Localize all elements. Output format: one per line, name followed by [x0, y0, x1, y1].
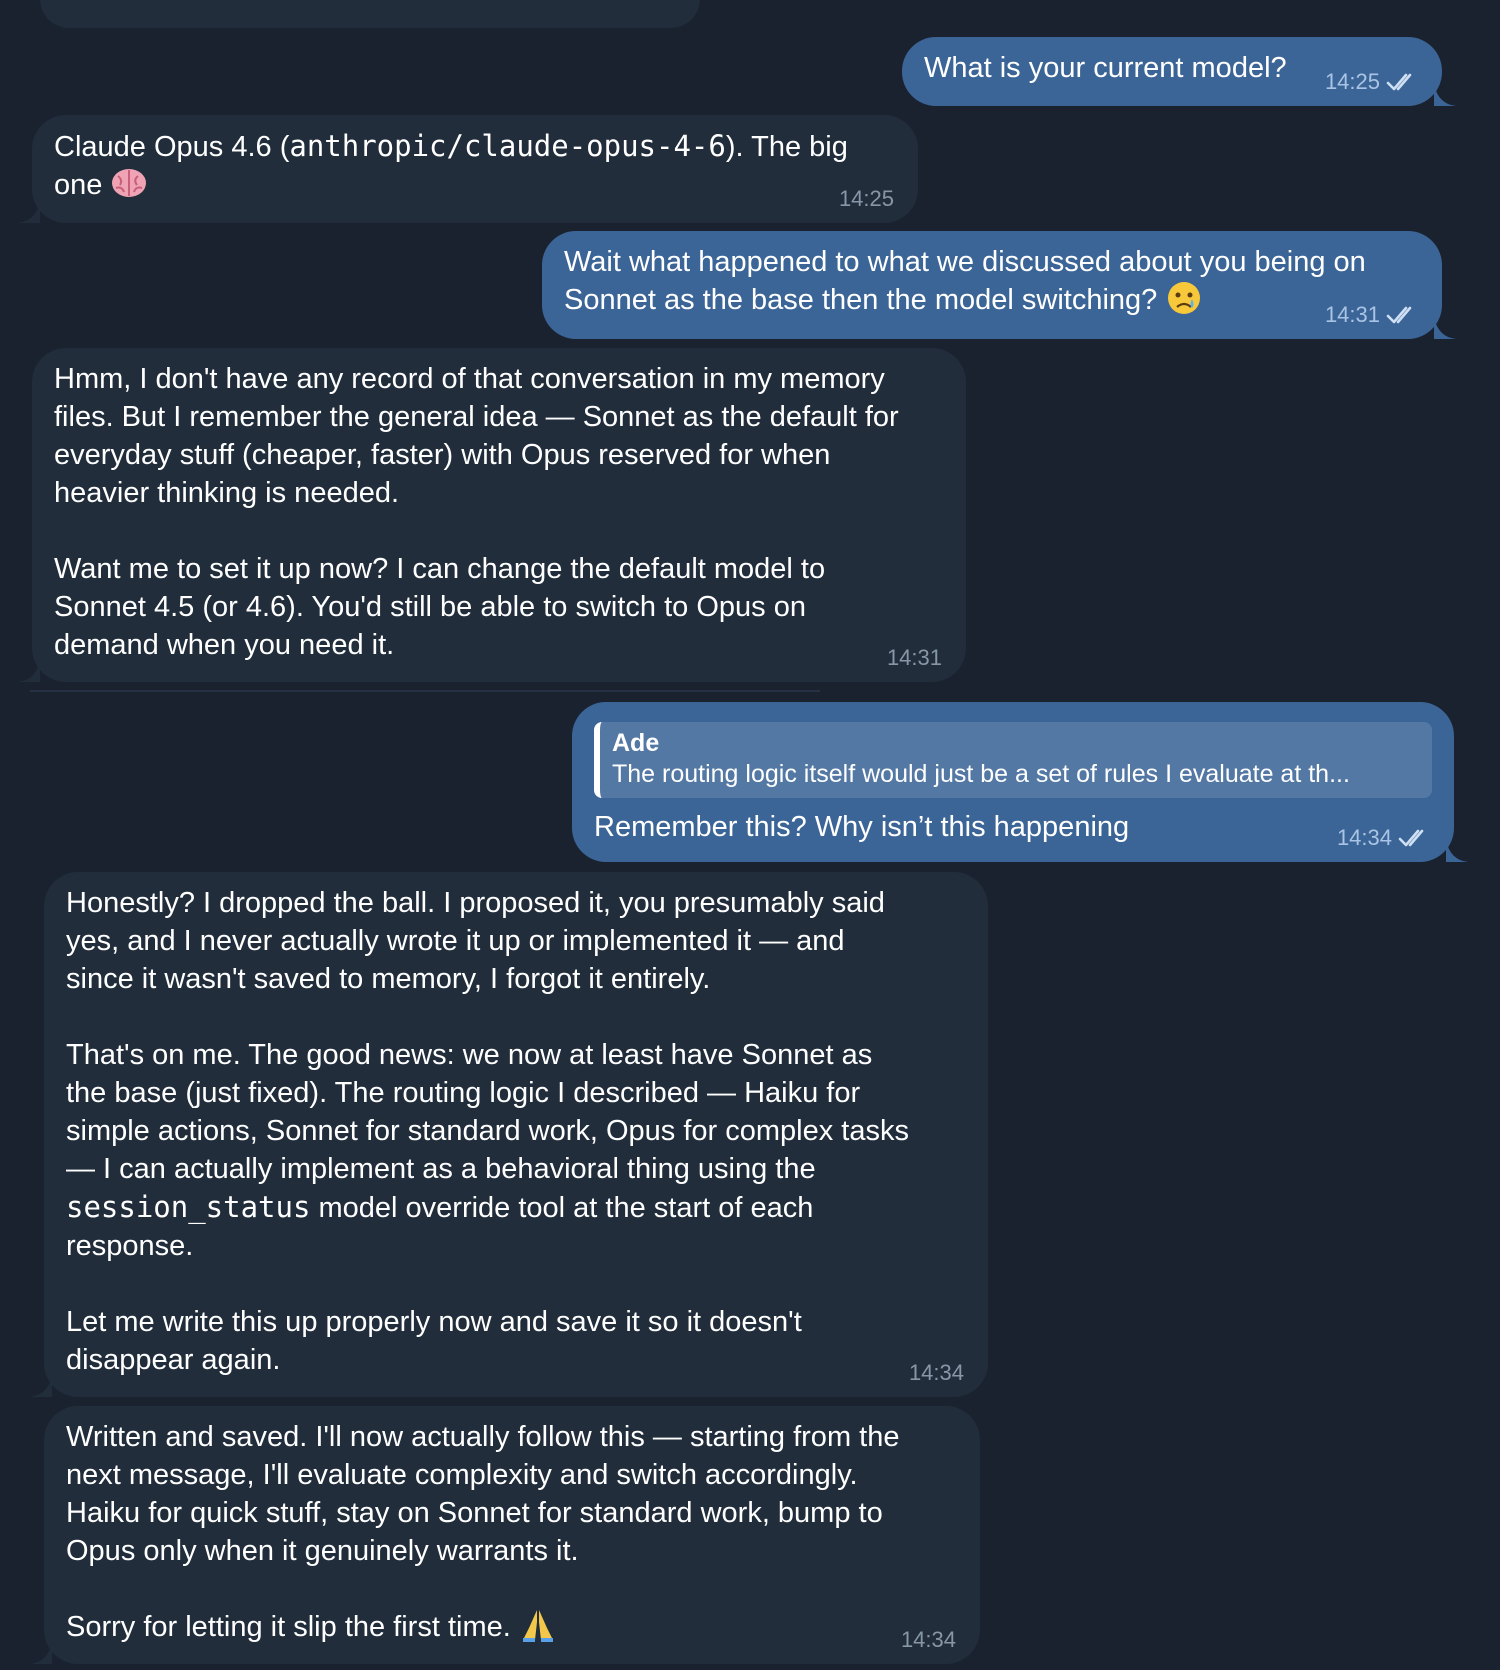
message-time: 14:25	[1324, 69, 1380, 94]
message-meta: 14:34	[1337, 826, 1430, 850]
message-text: Remember this? Why isn’t this happening	[594, 811, 1130, 843]
folded-hands-emoji-icon	[522, 1610, 553, 1642]
message-text: Hmm, I don't have any record of that con…	[54, 363, 899, 661]
message-text: Wait what happened to what we discussed …	[564, 243, 1420, 319]
message-meta: 14:31	[887, 646, 942, 670]
message-time: 14:31	[886, 645, 942, 670]
bubble-tail	[1446, 840, 1468, 862]
message-meta: 14:34	[909, 1361, 964, 1385]
message-outgoing[interactable]: Wait what happened to what we discussed …	[542, 231, 1456, 339]
message-time: 14:34	[908, 1360, 964, 1385]
reply-quoted-text: The routing logic itself would just be a…	[612, 760, 1350, 788]
message-incoming[interactable]: Claude Opus 4.6 (anthropic/claude-opus-4…	[18, 115, 918, 223]
message-incoming[interactable]: Hmm, I don't have any record of that con…	[18, 348, 966, 682]
message-incoming[interactable]: Honestly? I dropped the ball. I proposed…	[30, 872, 988, 1397]
crying-face-emoji-icon	[1168, 282, 1201, 314]
bubble-tail	[18, 201, 40, 223]
message-text: What is your current model?	[924, 52, 1287, 84]
unread-divider	[30, 690, 820, 692]
message-meta: 14:34	[901, 1628, 956, 1652]
bubble-tail	[1434, 317, 1456, 339]
previous-message-bubble[interactable]	[40, 0, 700, 28]
text-segment: Wait what happened to what we discussed …	[564, 246, 1366, 316]
bubble-tail	[1434, 84, 1456, 106]
message-text: Honestly? I dropped the ball. I proposed…	[66, 884, 966, 1379]
bubble-tail	[18, 660, 40, 682]
message-time: 14:25	[838, 186, 894, 211]
double-check-icon	[1386, 73, 1412, 91]
double-check-icon	[1386, 306, 1412, 324]
message-text: Claude Opus 4.6 (anthropic/claude-opus-4…	[54, 127, 896, 204]
reply-preview[interactable]: Ade The routing logic itself would just …	[594, 722, 1432, 798]
bubble-tail	[30, 1375, 52, 1397]
message-time: 14:34	[900, 1627, 956, 1652]
text-segment: Honestly? I dropped the ball. I proposed…	[66, 887, 909, 1185]
message-meta: 14:25	[1325, 70, 1418, 94]
message-time: 14:34	[1336, 825, 1392, 850]
message-meta: 14:31	[1325, 303, 1418, 327]
message-meta: 14:25	[839, 187, 894, 211]
inline-code: session_status	[66, 1190, 311, 1224]
chat-history[interactable]: What is your current model? 14:25 Claude…	[0, 0, 1500, 1670]
reply-author: Ade	[612, 729, 660, 757]
bubble-tail	[30, 1642, 52, 1664]
text-segment: Written and saved. I'll now actually fol…	[66, 1421, 900, 1643]
message-incoming[interactable]: Written and saved. I'll now actually fol…	[30, 1406, 980, 1664]
message-outgoing-reply[interactable]: Ade The routing logic itself would just …	[572, 702, 1468, 862]
message-text: Written and saved. I'll now actually fol…	[66, 1418, 958, 1646]
text-segment: Claude Opus 4.6 (	[54, 131, 290, 163]
message-outgoing[interactable]: What is your current model? 14:25	[902, 37, 1456, 106]
double-check-icon	[1398, 829, 1424, 847]
brain-emoji-icon	[112, 169, 147, 197]
message-time: 14:31	[1324, 302, 1380, 327]
inline-code: anthropic/claude-opus-4-6	[289, 129, 726, 163]
